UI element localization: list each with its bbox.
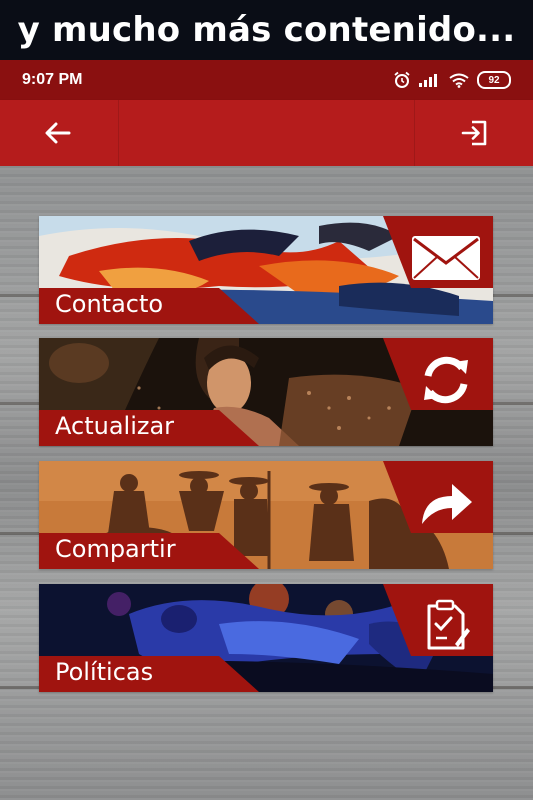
menu-area: Contacto Actualizar Compartir Políticas bbox=[0, 166, 533, 800]
card-icon-holder bbox=[408, 594, 484, 658]
app-toolbar bbox=[0, 100, 533, 166]
alarm-clock-icon bbox=[394, 71, 410, 88]
back-button[interactable] bbox=[38, 113, 78, 153]
menu-card-contacto[interactable]: Contacto bbox=[39, 216, 493, 324]
arrow-left-icon bbox=[45, 122, 71, 144]
card-icon-holder bbox=[408, 471, 484, 535]
battery-indicator: 92 bbox=[477, 71, 511, 89]
card-icon-holder bbox=[408, 348, 484, 412]
toolbar-divider bbox=[118, 100, 119, 166]
exit-icon bbox=[461, 120, 487, 146]
promo-banner: y mucho más contenido... bbox=[0, 0, 533, 60]
policy-document-icon bbox=[427, 599, 470, 650]
share-arrow-icon bbox=[422, 484, 472, 524]
status-icons: 92 bbox=[393, 71, 511, 89]
menu-card-label: Contacto bbox=[55, 290, 164, 318]
card-icon-holder bbox=[408, 226, 484, 290]
wifi-icon bbox=[449, 73, 469, 88]
refresh-icon bbox=[424, 356, 468, 404]
menu-card-label: Políticas bbox=[55, 658, 154, 686]
envelope-icon bbox=[412, 236, 480, 280]
menu-card-label: Compartir bbox=[55, 535, 176, 563]
status-time: 9:07 PM bbox=[22, 71, 83, 88]
menu-card-compartir[interactable]: Compartir bbox=[39, 461, 493, 569]
menu-card-actualizar[interactable]: Actualizar bbox=[39, 338, 493, 446]
signal-icon bbox=[419, 74, 437, 87]
exit-button[interactable] bbox=[454, 113, 494, 153]
menu-card-politicas[interactable]: Políticas bbox=[39, 584, 493, 692]
toolbar-divider bbox=[414, 100, 415, 166]
status-bar: 9:07 PM 92 bbox=[0, 60, 533, 100]
menu-card-label: Actualizar bbox=[55, 412, 175, 440]
